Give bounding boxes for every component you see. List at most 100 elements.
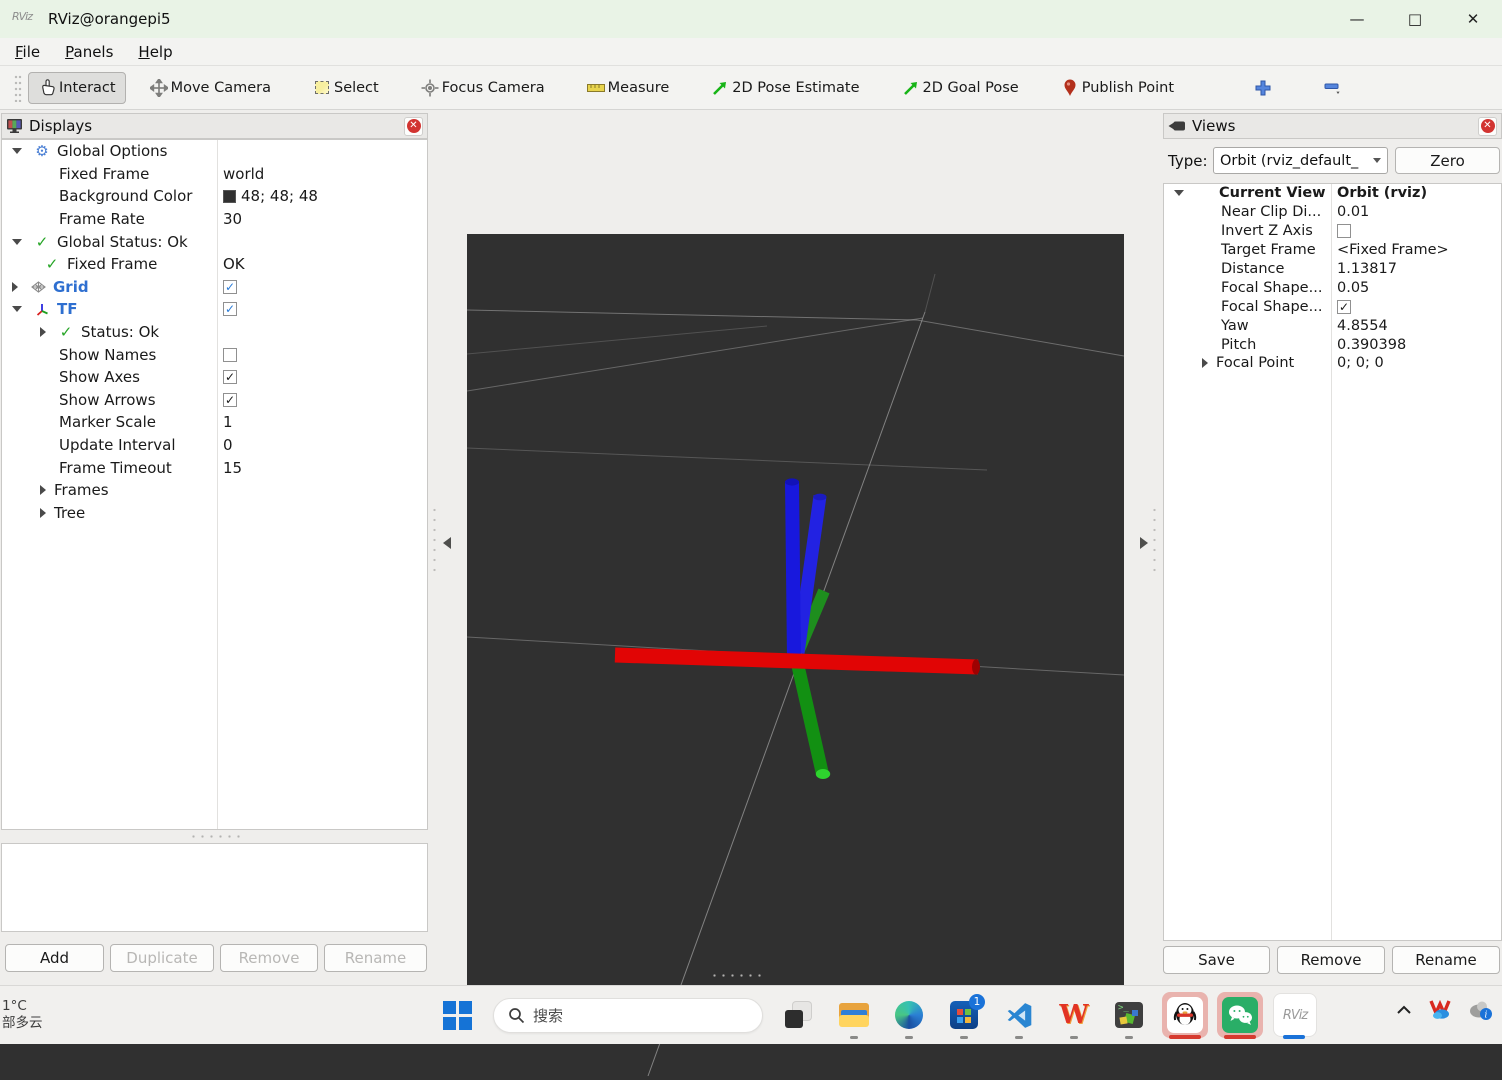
property-value[interactable]: 0.390398: [1337, 337, 1406, 353]
duplicate-display-button[interactable]: Duplicate: [110, 944, 214, 972]
displays-row-background-color[interactable]: Background Color 48; 48; 48: [2, 185, 427, 208]
views-row-focal-point[interactable]: Focal Point 0; 0; 0: [1164, 354, 1501, 373]
expand-collapse-arrow[interactable]: [12, 148, 22, 155]
displays-row-marker-scale[interactable]: Marker Scale 1: [2, 411, 427, 434]
expand-collapse-arrow[interactable]: [12, 238, 22, 245]
weather-widget[interactable]: 1°C 部多云: [2, 998, 72, 1032]
views-row-near-clip-di-[interactable]: Near Clip Di... 0.01: [1164, 203, 1501, 222]
tool-focus-camera[interactable]: Focus Camera: [411, 72, 555, 104]
views-row-invert-z-axis[interactable]: Invert Z Axis: [1164, 222, 1501, 241]
property-value[interactable]: 15: [223, 459, 242, 477]
maximize-button[interactable]: □: [1386, 0, 1444, 38]
displays-splitter-handle[interactable]: [189, 835, 243, 838]
expand-collapse-arrow[interactable]: [12, 306, 22, 313]
tool-select[interactable]: Select: [303, 72, 389, 104]
property-value[interactable]: 1.13817: [1337, 261, 1397, 277]
property-value[interactable]: 0.05: [1337, 280, 1369, 296]
views-row-target-frame[interactable]: Target Frame <Fixed Frame>: [1164, 241, 1501, 260]
displays-row-tf[interactable]: TF ✓: [2, 298, 427, 321]
displays-row-frame-rate[interactable]: Frame Rate 30: [2, 208, 427, 231]
displays-row-fixed-frame[interactable]: Fixed Frame world: [2, 163, 427, 186]
views-close-button[interactable]: ✕: [1478, 116, 1497, 136]
expand-expand-arrow[interactable]: [40, 327, 46, 338]
view-type-dropdown[interactable]: Orbit (rviz_default_: [1213, 147, 1388, 174]
property-value[interactable]: world: [223, 165, 264, 183]
collapse-left-panel-arrow[interactable]: [443, 537, 451, 549]
tool-2d-goal-pose[interactable]: 2D Goal Pose: [892, 72, 1029, 104]
terminal-app-icon[interactable]: >_: [1113, 999, 1145, 1031]
edge-browser-icon[interactable]: [893, 999, 925, 1031]
wechat-app-icon[interactable]: [1217, 992, 1263, 1038]
remove-view-button[interactable]: Remove: [1277, 946, 1385, 974]
render-viewport-3d[interactable]: [466, 234, 1125, 1077]
file-explorer-icon[interactable]: [838, 999, 870, 1031]
menu-file[interactable]: File: [5, 41, 50, 63]
add-tool-button[interactable]: [1244, 72, 1282, 104]
checkbox[interactable]: [223, 347, 237, 362]
wps-cloud-tray-icon[interactable]: [1428, 999, 1452, 1021]
tool-move-camera[interactable]: Move Camera: [140, 72, 281, 104]
expand-expand-arrow[interactable]: [12, 281, 18, 292]
property-value[interactable]: <Fixed Frame>: [1337, 242, 1449, 258]
checkbox[interactable]: ✓: [223, 370, 237, 385]
zero-view-button[interactable]: Zero: [1395, 147, 1500, 174]
property-value[interactable]: 48; 48; 48: [241, 187, 318, 205]
vscode-icon[interactable]: [1003, 999, 1035, 1031]
expand-expand-arrow[interactable]: [1202, 358, 1208, 369]
tool-publish-point[interactable]: Publish Point: [1051, 72, 1184, 104]
displays-panel-header[interactable]: Displays ✕: [1, 113, 428, 139]
displays-row-show-axes[interactable]: Show Axes ✓: [2, 366, 427, 389]
cloud-status-tray-icon[interactable]: i: [1468, 999, 1494, 1021]
expand-expand-arrow[interactable]: [40, 507, 46, 518]
start-button[interactable]: [443, 1001, 473, 1031]
close-button[interactable]: ✕: [1444, 0, 1502, 38]
tray-chevron-up-icon[interactable]: [1396, 1005, 1412, 1015]
rviz-taskbar-icon[interactable]: RViz: [1272, 992, 1318, 1038]
wps-office-icon[interactable]: W: [1058, 999, 1090, 1031]
property-value[interactable]: 0: [223, 436, 233, 454]
displays-row-grid[interactable]: Grid ✓: [2, 276, 427, 299]
views-row-focal-shape-[interactable]: Focal Shape... ✓: [1164, 297, 1501, 316]
displays-row-show-names[interactable]: Show Names: [2, 343, 427, 366]
views-row-focal-shape-[interactable]: Focal Shape... 0.05: [1164, 278, 1501, 297]
views-row-yaw[interactable]: Yaw 4.8554: [1164, 316, 1501, 335]
task-view-icon[interactable]: [782, 999, 814, 1031]
property-value[interactable]: 30: [223, 210, 242, 228]
tool-measure[interactable]: Measure: [577, 72, 680, 104]
save-view-button[interactable]: Save: [1163, 946, 1270, 974]
bottom-splitter-handle[interactable]: [710, 974, 764, 977]
property-value[interactable]: 4.8554: [1337, 318, 1388, 334]
tool-interact[interactable]: Interact: [28, 71, 126, 104]
collapse-right-panel-arrow[interactable]: [1140, 537, 1148, 549]
qq-app-icon[interactable]: [1162, 992, 1208, 1038]
property-value[interactable]: 0; 0; 0: [1337, 355, 1384, 371]
displays-close-button[interactable]: ✕: [404, 116, 423, 136]
microsoft-store-icon[interactable]: 1: [948, 994, 985, 1031]
tool-2d-pose-estimate[interactable]: 2D Pose Estimate: [701, 72, 869, 104]
checkbox[interactable]: ✓: [223, 392, 237, 407]
displays-row-global-status-ok[interactable]: ✓ Global Status: Ok: [2, 230, 427, 253]
rename-display-button[interactable]: Rename: [324, 944, 427, 972]
rename-view-button[interactable]: Rename: [1392, 946, 1500, 974]
right-splitter-dots[interactable]: [1153, 505, 1156, 575]
views-row-pitch[interactable]: Pitch 0.390398: [1164, 335, 1501, 354]
minimize-button[interactable]: —: [1328, 0, 1386, 38]
checkbox[interactable]: [1337, 224, 1351, 239]
views-panel-header[interactable]: Views ✕: [1163, 113, 1502, 139]
displays-row-frames[interactable]: Frames: [2, 479, 427, 502]
expand-expand-arrow[interactable]: [40, 485, 46, 496]
property-value[interactable]: OK: [223, 255, 245, 273]
remove-tool-button[interactable]: [1312, 71, 1352, 105]
add-display-button[interactable]: Add: [5, 944, 104, 972]
property-value[interactable]: Orbit (rviz): [1337, 185, 1427, 201]
left-splitter-dots[interactable]: [433, 505, 436, 575]
views-row-distance[interactable]: Distance 1.13817: [1164, 260, 1501, 279]
displays-row-status-ok[interactable]: ✓ Status: Ok: [2, 321, 427, 344]
menu-panels[interactable]: Panels: [55, 41, 123, 63]
displays-row-update-interval[interactable]: Update Interval 0: [2, 434, 427, 457]
displays-filter-box[interactable]: [1, 843, 428, 932]
displays-row-fixed-frame[interactable]: ✓ Fixed Frame OK: [2, 253, 427, 276]
property-value[interactable]: 1: [223, 413, 233, 431]
checkbox[interactable]: ✓: [1337, 299, 1351, 314]
displays-row-tree[interactable]: Tree: [2, 502, 427, 525]
